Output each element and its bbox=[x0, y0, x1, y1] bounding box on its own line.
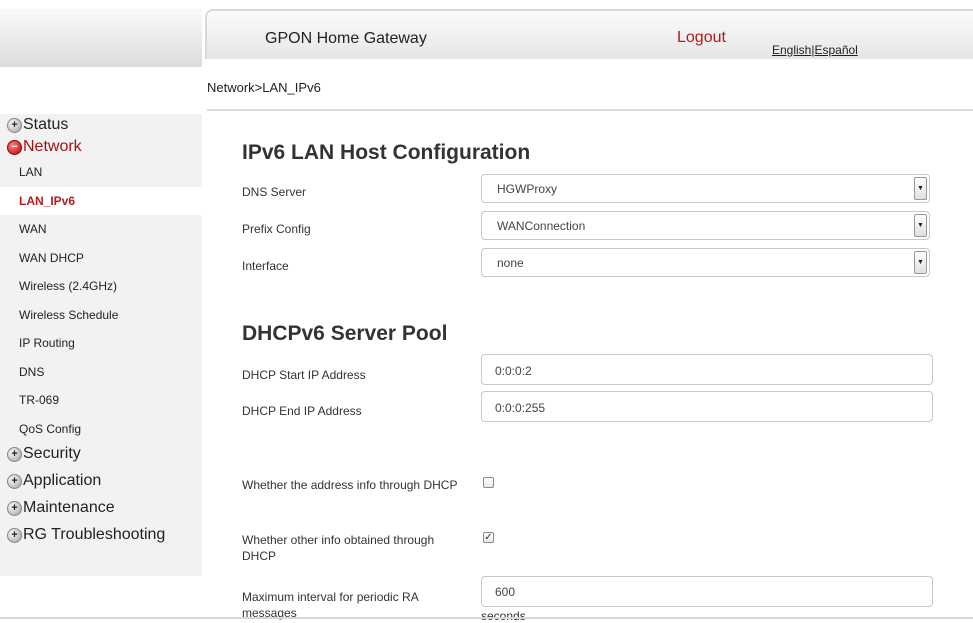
breadcrumb: Network>LAN_IPv6 bbox=[207, 80, 321, 95]
sidebar-group-status[interactable]: + Status bbox=[0, 114, 202, 136]
ra-interval-input[interactable]: 600 bbox=[481, 576, 933, 607]
dns-server-label: DNS Server bbox=[242, 185, 307, 199]
sidebar-group-maintenance[interactable]: + Maintenance bbox=[0, 497, 202, 519]
prefix-config-select[interactable]: WANConnection ▼ bbox=[481, 211, 930, 240]
gateway-title: GPON Home Gateway bbox=[265, 30, 427, 47]
dhcp-end-label: DHCP End IP Address bbox=[242, 404, 362, 418]
lang-english-link[interactable]: English bbox=[772, 43, 811, 57]
prefix-config-label: Prefix Config bbox=[242, 222, 311, 236]
other-dhcp-label: Whether other info obtained through DHCP bbox=[242, 533, 435, 563]
sidebar-group-network[interactable]: − Network bbox=[0, 136, 202, 158]
breadcrumb-divider bbox=[207, 109, 973, 111]
dhcp-start-label: DHCP Start IP Address bbox=[242, 368, 366, 382]
other-dhcp-checkbox[interactable]: ✓ bbox=[483, 532, 494, 543]
sidebar-group-rg-troubleshooting[interactable]: + RG Troubleshooting bbox=[0, 524, 202, 546]
sidebar-item-dns[interactable]: DNS bbox=[0, 357, 202, 386]
sidebar-group-label: Application bbox=[23, 472, 102, 489]
bottom-divider bbox=[0, 617, 973, 619]
sidebar-header-bar bbox=[0, 9, 202, 67]
sidebar-item-wireless[interactable]: Wireless (2.4GHz) bbox=[0, 272, 202, 301]
logout-link[interactable]: Logout bbox=[677, 29, 726, 47]
dhcp-start-input[interactable]: 0:0:0:2 bbox=[481, 354, 933, 385]
expand-plus-icon: + bbox=[7, 446, 22, 462]
sidebar-item-ip-routing[interactable]: IP Routing bbox=[0, 329, 202, 358]
sidebar-item-wan-dhcp[interactable]: WAN DHCP bbox=[0, 243, 202, 272]
language-switcher: English|Español bbox=[772, 43, 858, 57]
sidebar: + Status − Network LAN LAN_IPv6 WAN WAN … bbox=[0, 114, 202, 576]
expand-plus-icon: + bbox=[7, 500, 22, 516]
sidebar-group-application[interactable]: + Application bbox=[0, 470, 202, 492]
ra-unit-label: seconds bbox=[481, 609, 526, 623]
checkmark-icon: ✓ bbox=[484, 532, 493, 543]
sidebar-group-label: Status bbox=[23, 116, 69, 133]
collapse-minus-icon: − bbox=[7, 139, 22, 155]
dropdown-arrow-icon: ▼ bbox=[914, 177, 927, 200]
section-title-pool: DHCPv6 Server Pool bbox=[242, 322, 448, 345]
sidebar-item-qos-config[interactable]: QoS Config bbox=[0, 414, 202, 443]
dropdown-arrow-icon: ▼ bbox=[914, 214, 927, 237]
lang-spanish-link[interactable]: Español bbox=[814, 43, 857, 57]
dns-server-select[interactable]: HGWProxy ▼ bbox=[481, 174, 930, 203]
sidebar-item-wan[interactable]: WAN bbox=[0, 215, 202, 244]
sidebar-item-wireless-schedule[interactable]: Wireless Schedule bbox=[0, 300, 202, 329]
interface-label: Interface bbox=[242, 259, 289, 273]
top-header: GPON Home Gateway Logout English|Español bbox=[205, 9, 973, 59]
dropdown-arrow-icon: ▼ bbox=[914, 251, 927, 274]
input-value: 0:0:0:2 bbox=[495, 364, 532, 378]
section-title-host: IPv6 LAN Host Configuration bbox=[242, 141, 531, 164]
expand-plus-icon: + bbox=[7, 473, 22, 489]
sidebar-item-lan-ipv6[interactable]: LAN_IPv6 bbox=[0, 186, 202, 215]
input-value: 600 bbox=[495, 585, 516, 599]
sidebar-item-tr069[interactable]: TR-069 bbox=[0, 386, 202, 415]
select-value: HGWProxy bbox=[497, 182, 557, 196]
sidebar-group-label: Network bbox=[23, 138, 82, 155]
sidebar-item-lan[interactable]: LAN bbox=[0, 158, 202, 187]
sidebar-group-security[interactable]: + Security bbox=[0, 443, 202, 465]
dhcp-end-input[interactable]: 0:0:0:255 bbox=[481, 391, 933, 422]
sidebar-group-label: Maintenance bbox=[23, 499, 115, 516]
input-value: 0:0:0:255 bbox=[495, 401, 546, 415]
select-value: WANConnection bbox=[497, 219, 586, 233]
sidebar-group-label: RG Troubleshooting bbox=[23, 526, 166, 543]
expand-plus-icon: + bbox=[7, 117, 22, 133]
interface-select[interactable]: none ▼ bbox=[481, 248, 930, 277]
address-dhcp-checkbox[interactable] bbox=[483, 477, 494, 488]
expand-plus-icon: + bbox=[7, 527, 22, 543]
select-value: none bbox=[497, 256, 524, 270]
sidebar-group-label: Security bbox=[23, 445, 81, 462]
address-dhcp-label: Whether the address info through DHCP bbox=[242, 478, 458, 492]
